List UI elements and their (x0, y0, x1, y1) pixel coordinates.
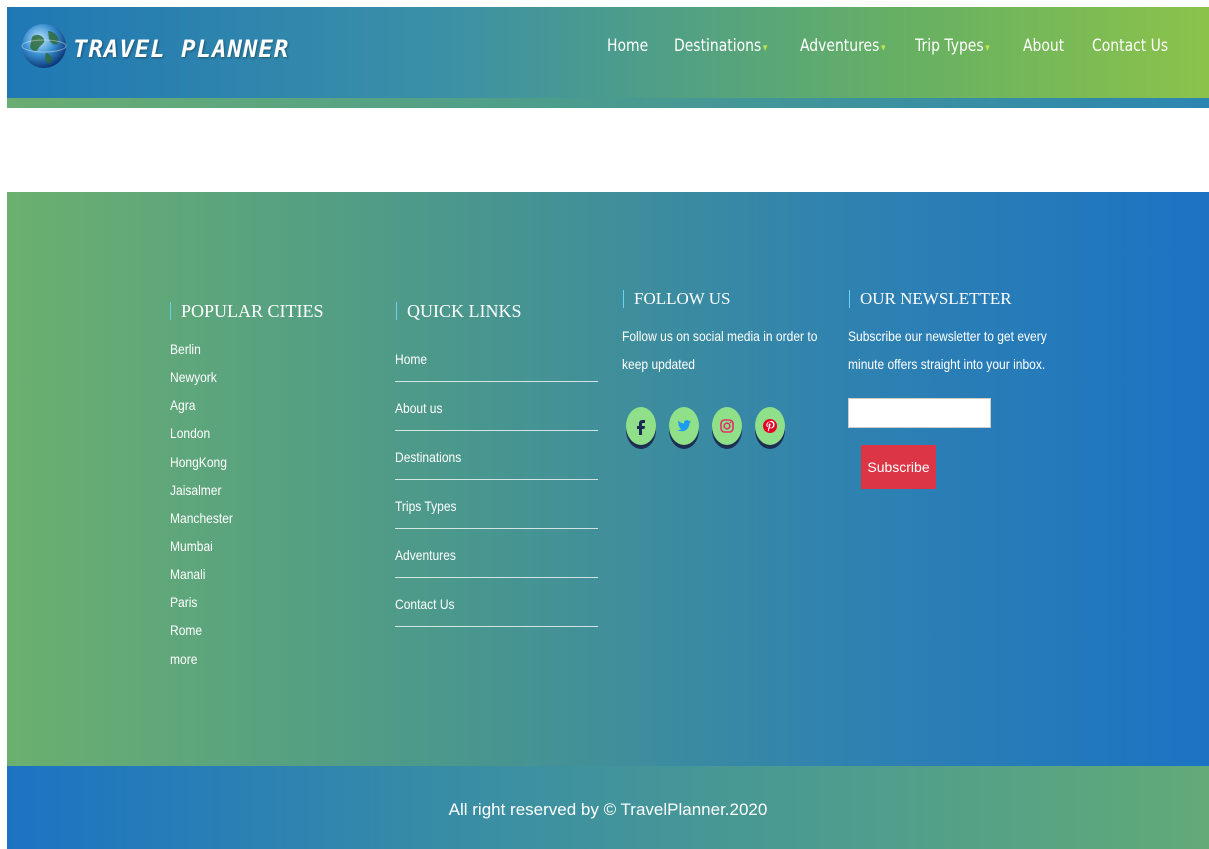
city-link[interactable]: Manali (170, 566, 205, 582)
copyright-bar: All right reserved by © TravelPlanner.20… (7, 766, 1209, 849)
instagram-icon (720, 419, 734, 433)
quick-link-contact-us[interactable]: Contact Us (395, 596, 598, 627)
twitter-icon (677, 420, 691, 432)
header-bar: TRAVEL PLANNER Home Destinations ▾ Advent… (7, 7, 1209, 98)
follow-us-text-line2: keep updated (622, 356, 695, 372)
city-link[interactable]: London (170, 425, 210, 441)
facebook-button[interactable] (626, 407, 656, 445)
header-accent-strip (7, 98, 1209, 108)
city-link[interactable]: Agra (170, 397, 195, 413)
footer (7, 192, 1209, 766)
pinterest-button[interactable] (755, 407, 785, 445)
newsletter-title: OUR NEWSLETTER (849, 290, 1012, 308)
nav-trip-types[interactable]: Trip Types ▾ (915, 36, 990, 56)
instagram-button[interactable] (712, 407, 742, 445)
city-link[interactable]: Manchester (170, 510, 233, 526)
quick-link-trips-types[interactable]: Trips Types (395, 498, 598, 529)
city-link[interactable]: Jaisalmer (170, 482, 222, 498)
newsletter-email-input[interactable] (848, 398, 991, 428)
nav-contact-us[interactable]: Contact Us (1092, 36, 1168, 56)
quick-link-destinations[interactable]: Destinations (395, 449, 598, 480)
follow-us-text-line1: Follow us on social media in order to (622, 328, 818, 344)
chevron-down-icon: ▾ (762, 41, 768, 54)
city-link[interactable]: Paris (170, 594, 197, 610)
copyright-text: All right reserved by © TravelPlanner.20… (448, 800, 768, 819)
quick-link-adventures[interactable]: Adventures (395, 547, 598, 578)
twitter-button[interactable] (669, 407, 699, 445)
nav-destinations[interactable]: Destinations ▾ (674, 36, 767, 56)
city-link[interactable]: HongKong (170, 454, 227, 470)
follow-us-title: FOLLOW US (623, 290, 731, 308)
newsletter-text-line1: Subscribe our newsletter to get every (848, 328, 1047, 344)
city-link[interactable]: Rome (170, 622, 202, 638)
quick-link-home[interactable]: Home (395, 351, 598, 382)
city-link[interactable]: Berlin (170, 341, 201, 357)
popular-cities-title: POPULAR CITIES (170, 302, 324, 320)
city-link[interactable]: Newyork (170, 369, 217, 385)
nav-about[interactable]: About (1023, 36, 1064, 56)
newsletter-text-line2: minute offers straight into your inbox. (848, 356, 1046, 372)
more-cities-link[interactable]: more (170, 651, 197, 667)
facebook-icon (637, 420, 645, 435)
quick-link-about-us[interactable]: About us (395, 400, 598, 431)
main-nav: Home Destinations ▾ Adventures ▾ Trip Type… (7, 36, 1209, 66)
subscribe-button[interactable]: Subscribe (861, 445, 936, 489)
city-link[interactable]: Mumbai (170, 538, 213, 554)
chevron-down-icon: ▾ (985, 41, 990, 54)
pinterest-icon (763, 419, 777, 433)
nav-adventures[interactable]: Adventures ▾ (800, 36, 886, 56)
chevron-down-icon: ▾ (881, 41, 886, 54)
nav-home[interactable]: Home (607, 36, 648, 56)
quick-links-title: QUICK LINKS (396, 302, 522, 320)
